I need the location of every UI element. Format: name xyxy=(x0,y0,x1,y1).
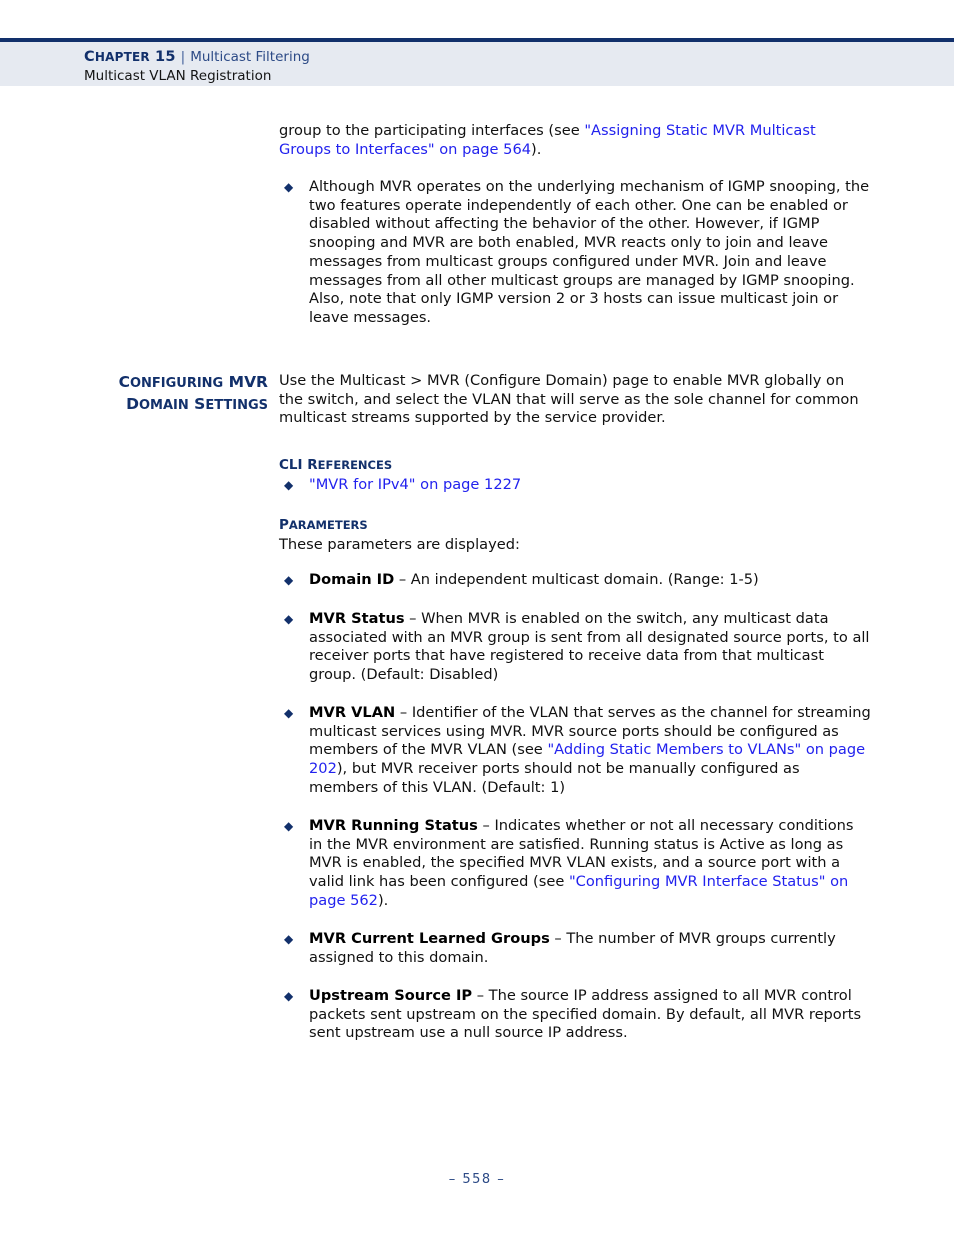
parameter-mvr-running-status-block: ◆ MVR Running Status – Indicates whether… xyxy=(279,817,871,911)
diamond-bullet-icon: ◆ xyxy=(284,706,294,720)
page-number-footer: – 558 – xyxy=(448,1172,506,1187)
cli-references-block: CLI REFERENCES ◆ "MVR for IPv4" on page … xyxy=(279,455,871,495)
cli-references-heading-cap: CLI R xyxy=(279,457,318,473)
parameter-dash: – xyxy=(472,987,489,1004)
parameter-dash: – xyxy=(549,930,567,947)
list-item: ◆ MVR Status – When MVR is enabled on th… xyxy=(279,610,871,685)
chapter-label-capital: C xyxy=(84,49,95,65)
parameters-heading-cap: P xyxy=(279,517,289,533)
header-topic: Multicast Filtering xyxy=(190,49,310,65)
page-running-header: CHAPTER 15 | Multicast Filtering Multicast… xyxy=(0,38,954,86)
parameters-block: PARAMETERS These parameters are displaye… xyxy=(279,515,871,555)
parameter-upstream-source-ip-block: ◆ Upstream Source IP – The source IP add… xyxy=(279,987,871,1043)
parameter-domain-id-block: ◆ Domain ID – An independent multicast d… xyxy=(279,571,871,590)
diamond-bullet-icon: ◆ xyxy=(284,612,294,626)
continued-paragraph: group to the participating interfaces (s… xyxy=(279,122,871,159)
parameter-term: MVR VLAN xyxy=(309,704,396,721)
diamond-bullet-icon: ◆ xyxy=(284,932,294,946)
chapter-label-smallcaps: HAPTER xyxy=(94,50,150,64)
list-item: ◆ MVR Running Status – Indicates whether… xyxy=(279,817,871,911)
header-chapter-line: CHAPTER 15 | Multicast Filtering xyxy=(84,49,310,66)
section-intro-paragraph: Use the Multicast > MVR (Configure Domai… xyxy=(279,372,859,427)
chapter-number: 15 xyxy=(155,49,176,65)
igmp-bullet-block: ◆ Although MVR operates on the underlyin… xyxy=(279,178,871,328)
parameter-description-part2: ), but MVR receiver ports should not be … xyxy=(309,760,800,796)
diamond-bullet-icon: ◆ xyxy=(284,819,294,833)
cli-references-heading: CLI REFERENCES xyxy=(279,455,871,474)
parameters-intro: These parameters are displayed: xyxy=(279,536,520,553)
side-heading-cap-3: S xyxy=(194,395,206,413)
side-heading-cap-2: D xyxy=(126,395,139,413)
diamond-bullet-icon: ◆ xyxy=(284,478,294,492)
header-subtitle: Multicast VLAN Registration xyxy=(84,68,272,84)
diamond-bullet-icon: ◆ xyxy=(284,180,294,194)
parameter-mvr-status-block: ◆ MVR Status – When MVR is enabled on th… xyxy=(279,610,871,685)
diamond-bullet-icon: ◆ xyxy=(284,989,294,1003)
list-item: ◆ Although MVR operates on the underlyin… xyxy=(279,178,871,328)
parameter-term: MVR Running Status xyxy=(309,817,478,834)
section-side-heading: CONFIGURING MVR DOMAIN SETTINGS xyxy=(60,372,268,416)
section-side-heading-line1: CONFIGURING MVR xyxy=(60,372,268,394)
side-heading-tail-1: MVR xyxy=(228,373,268,391)
parameter-term: Domain ID xyxy=(309,571,395,588)
section-side-heading-line2: DOMAIN SETTINGS xyxy=(60,394,268,416)
cli-reference-item: ◆ "MVR for IPv4" on page 1227 xyxy=(279,476,871,495)
header-separator: | xyxy=(180,49,186,65)
side-heading-cap-1: C xyxy=(118,373,130,391)
parameter-term: MVR Status xyxy=(309,610,405,627)
parameter-dash: – xyxy=(395,704,412,721)
parameter-description-part2: ). xyxy=(377,891,389,909)
cli-references-heading-sc: EFERENCES xyxy=(317,458,393,472)
parameter-dash: – xyxy=(404,610,422,627)
parameters-heading-sc: ARAMETERS xyxy=(288,518,368,532)
continued-text-after: ). xyxy=(531,140,542,158)
list-item: ◆ Upstream Source IP – The source IP add… xyxy=(279,987,871,1043)
continued-text-before: group to the participating interfaces (s… xyxy=(279,122,585,139)
side-heading-sc-3: ETTINGS xyxy=(205,398,268,413)
continued-paragraph-block: group to the participating interfaces (s… xyxy=(279,122,871,159)
side-heading-sc-2: OMAIN xyxy=(138,398,189,413)
parameter-term: MVR Current Learned Groups xyxy=(309,930,550,947)
parameter-description: An independent multicast domain. (Range:… xyxy=(410,571,759,588)
list-item: ◆ MVR VLAN – Identifier of the VLAN that… xyxy=(279,704,871,798)
parameter-dash: – xyxy=(477,817,495,834)
chapter-label: CHAPTER 15 xyxy=(84,49,176,65)
parameter-dash: – xyxy=(394,571,411,588)
parameter-learned-groups-block: ◆ MVR Current Learned Groups – The numbe… xyxy=(279,930,871,967)
parameter-mvr-vlan-block: ◆ MVR VLAN – Identifier of the VLAN that… xyxy=(279,704,871,798)
list-item: ◆ Domain ID – An independent multicast d… xyxy=(279,571,871,590)
list-item: ◆ MVR Current Learned Groups – The numbe… xyxy=(279,930,871,967)
diamond-bullet-icon: ◆ xyxy=(284,573,294,587)
list-item-text: Although MVR operates on the underlying … xyxy=(309,178,870,326)
parameter-term: Upstream Source IP xyxy=(309,987,473,1004)
side-heading-sc-1: ONFIGURING xyxy=(129,376,224,391)
parameters-heading: PARAMETERS xyxy=(279,515,871,534)
xref-mvr-for-ipv4[interactable]: "MVR for IPv4" on page 1227 xyxy=(309,476,521,493)
section-intro-block: Use the Multicast > MVR (Configure Domai… xyxy=(279,372,871,428)
